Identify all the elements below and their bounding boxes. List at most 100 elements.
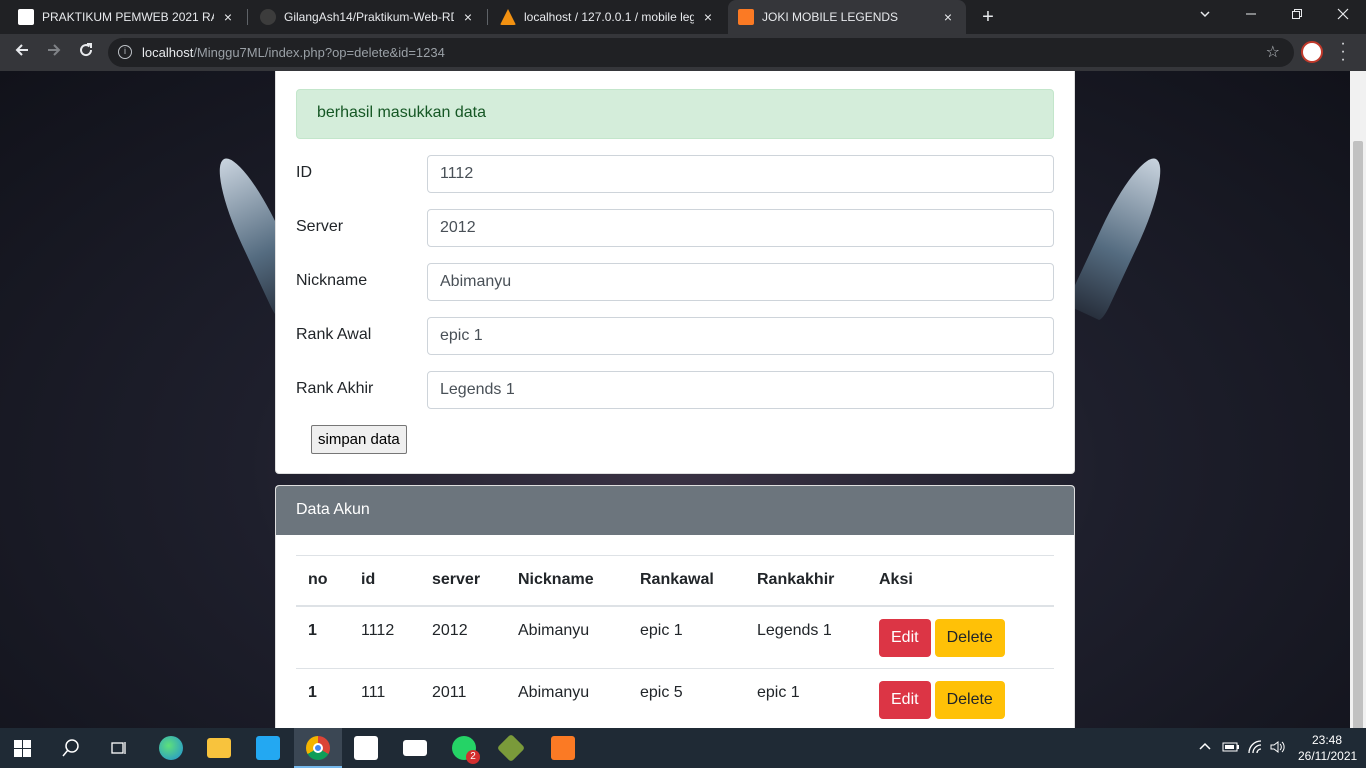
cell-no: 1: [296, 668, 349, 728]
tab-github[interactable]: GilangAsh14/Praktikum-Web-RD ×: [250, 0, 486, 34]
column-header-server: server: [420, 555, 506, 607]
column-header-aksi: Aksi: [867, 555, 1054, 607]
cell-rankakhir: Legends 1: [745, 605, 867, 669]
nickname-input[interactable]: [427, 263, 1054, 301]
restore-button[interactable]: [1274, 0, 1320, 34]
server-input[interactable]: [427, 209, 1054, 247]
cell-server: 2012: [420, 605, 506, 669]
tab-label: PRAKTIKUM PEMWEB 2021 RA, R: [42, 10, 214, 24]
table-row: 1 1112 2012 Abimanyu epic 1 Legends 1 Ed…: [296, 605, 1054, 669]
close-icon: [1337, 8, 1349, 20]
rank-awal-input[interactable]: [427, 317, 1054, 355]
task-view-icon[interactable]: [110, 739, 128, 762]
url-text[interactable]: localhost/Minggu7ML/index.php?op=delete&…: [142, 45, 445, 60]
windows-taskbar: 2 23:48 26/11/2021: [0, 728, 1366, 768]
table-card-title: Data Akun: [276, 486, 1074, 535]
server-label: Server: [296, 218, 344, 235]
edge-icon[interactable]: [159, 736, 183, 760]
cell-aksi: Edit Delete: [867, 605, 1054, 669]
whatsapp-icon[interactable]: 2: [452, 736, 480, 764]
edit-button[interactable]: Edit: [879, 618, 931, 657]
close-tab-icon[interactable]: ×: [460, 9, 476, 25]
chrome-icon: [306, 736, 330, 760]
tab-phpmyadmin[interactable]: localhost / 127.0.0.1 / mobile leg ×: [490, 0, 726, 34]
system-clock[interactable]: 23:48 26/11/2021: [1298, 732, 1358, 764]
menu-kebab-icon[interactable]: · · ·: [1338, 36, 1348, 68]
column-header-rankakhir: Rankakhir: [745, 555, 867, 607]
url-host: localhost: [142, 45, 194, 60]
tab-search-button[interactable]: [1182, 0, 1228, 34]
bookmark-star-icon[interactable]: ☆: [1266, 42, 1280, 62]
close-tab-icon[interactable]: ×: [220, 9, 236, 25]
back-button[interactable]: [8, 38, 36, 66]
tab-separator: [247, 9, 248, 25]
cell-rankakhir: epic 1: [745, 668, 867, 728]
arrow-left-icon: [15, 44, 28, 56]
close-tab-icon[interactable]: ×: [700, 9, 716, 25]
url-path: /Minggu7ML/index.php?op=delete&id=1234: [193, 45, 445, 60]
clock-date: 26/11/2021: [1298, 749, 1358, 763]
battery-icon[interactable]: [1222, 740, 1240, 757]
phpmyadmin-icon: [500, 9, 516, 25]
rank-akhir-input[interactable]: [427, 371, 1054, 409]
wifi-icon[interactable]: [1248, 740, 1264, 757]
cell-id: 111: [349, 668, 420, 728]
new-tab-button[interactable]: +: [976, 5, 1000, 29]
volume-icon[interactable]: [1270, 740, 1286, 757]
tab-label: localhost / 127.0.0.1 / mobile leg: [524, 10, 694, 24]
nickname-label: Nickname: [296, 272, 368, 289]
rank-awal-label: Rank Awal: [296, 326, 372, 343]
column-header-rankawal: Rankawal: [628, 555, 745, 607]
arrow-right-icon: [48, 44, 61, 56]
forward-button[interactable]: [40, 38, 68, 66]
xampp-icon[interactable]: [551, 736, 575, 760]
background-blade-right: [1065, 150, 1175, 322]
reload-button[interactable]: [72, 38, 100, 66]
rank-akhir-label: Rank Akhir: [296, 380, 374, 397]
profile-avatar[interactable]: [1301, 41, 1323, 63]
form-row-id: ID: [296, 155, 1054, 193]
info-icon[interactable]: i: [118, 45, 132, 59]
scrollbar-thumb[interactable]: [1353, 141, 1363, 751]
data-table-card: Data Akun no id server Nickname Rankawal…: [275, 485, 1075, 728]
tab-strip: PRAKTIKUM PEMWEB 2021 RA, R × GilangAsh1…: [0, 0, 1366, 34]
delete-button[interactable]: Delete: [934, 681, 1005, 719]
app-icon[interactable]: [496, 733, 526, 763]
tab-praktikum[interactable]: PRAKTIKUM PEMWEB 2021 RA, R ×: [8, 0, 246, 34]
address-bar[interactable]: i localhost/Minggu7ML/index.php?op=delet…: [108, 38, 1294, 67]
windows-start-icon[interactable]: [14, 740, 31, 757]
restore-icon: [1292, 9, 1302, 19]
column-header-id: id: [349, 555, 420, 607]
save-data-button[interactable]: simpan data: [311, 425, 407, 454]
id-label: ID: [296, 164, 312, 181]
vscode-icon[interactable]: [256, 736, 280, 760]
edit-button[interactable]: Edit: [879, 681, 931, 719]
chevron-up-icon[interactable]: [1198, 740, 1212, 757]
minimize-button[interactable]: [1228, 0, 1274, 34]
search-icon[interactable]: [62, 739, 80, 762]
delete-button[interactable]: Delete: [934, 618, 1005, 657]
cell-nickname: Abimanyu: [506, 605, 628, 669]
column-header-no: no: [296, 555, 349, 607]
cell-rankawal: epic 5: [628, 668, 745, 728]
close-window-button[interactable]: [1320, 0, 1366, 34]
table-header-row: no id server Nickname Rankawal Rankakhir…: [296, 555, 1054, 607]
cell-server: 2011: [420, 668, 506, 728]
tab-joki-mobile-legends[interactable]: JOKI MOBILE LEGENDS ×: [728, 0, 966, 34]
chrome-taskbar-button[interactable]: [294, 728, 342, 768]
file-explorer-icon[interactable]: [207, 738, 231, 758]
form-row-rank-awal: Rank Awal: [296, 317, 1054, 355]
clock-time: 23:48: [1311, 733, 1343, 747]
table-row: 1 111 2011 Abimanyu epic 5 epic 1 Edit De…: [296, 668, 1054, 728]
mail-icon[interactable]: [403, 740, 427, 756]
close-tab-icon[interactable]: ×: [940, 9, 956, 25]
accounts-table: no id server Nickname Rankawal Rankakhir…: [296, 555, 1054, 728]
xampp-icon: [738, 9, 754, 25]
tab-separator: [487, 9, 488, 25]
page-background: berhasil masukkan data ID Server Nicknam…: [0, 71, 1350, 728]
id-input[interactable]: [427, 155, 1054, 193]
form-row-server: Server: [296, 209, 1054, 247]
page-scrollbar[interactable]: [1350, 71, 1366, 751]
store-icon[interactable]: [354, 736, 378, 760]
tab-label: GilangAsh14/Praktikum-Web-RD: [284, 10, 454, 24]
